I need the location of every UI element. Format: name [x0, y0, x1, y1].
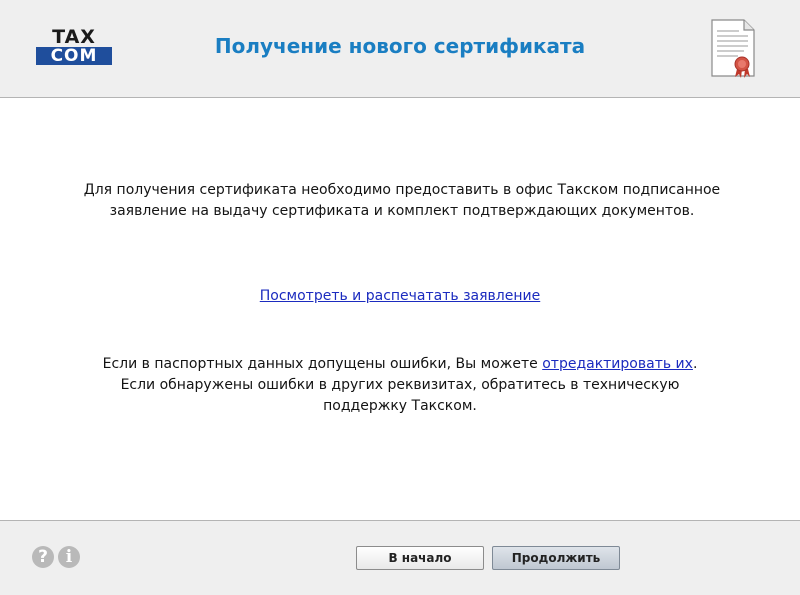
continue-button[interactable]: Продолжить	[492, 546, 620, 570]
header: TAX COM Получение нового сертификата	[0, 0, 800, 98]
errors-paragraph: Если в паспортных данных допущены ошибки…	[0, 354, 800, 417]
errors-line-1-prefix: Если в паспортных данных допущены ошибки…	[102, 356, 543, 372]
instruction-paragraph: Для получения сертификата необходимо пре…	[2, 180, 800, 222]
main-content: Для получения сертификата необходимо пре…	[0, 98, 800, 520]
page-title: Получение нового сертификата	[214, 34, 586, 58]
instruction-line-1: Для получения сертификата необходимо пре…	[83, 182, 721, 198]
edit-passport-link[interactable]: отредактировать их	[542, 356, 693, 372]
view-print-application-link[interactable]: Посмотреть и распечатать заявление	[260, 288, 540, 304]
footer: ? i В начало Продолжить	[0, 520, 800, 595]
errors-line-3: поддержку Такском.	[323, 398, 477, 414]
start-button[interactable]: В начало	[356, 546, 484, 570]
view-print-row: Посмотреть и распечатать заявление	[0, 286, 800, 307]
errors-line-2: Если обнаружены ошибки в других реквизит…	[120, 377, 680, 393]
errors-line-1: Если в паспортных данных допущены ошибки…	[0, 354, 800, 375]
taxcom-logo: TAX COM	[36, 26, 112, 65]
certificate-document-icon	[711, 19, 755, 78]
info-icon[interactable]: i	[58, 546, 80, 568]
logo-bottom-text: COM	[36, 47, 112, 65]
instruction-line-2: заявление на выдачу сертификата и компле…	[109, 203, 695, 219]
help-icon[interactable]: ?	[32, 546, 54, 568]
errors-line-1-suffix: .	[692, 356, 698, 372]
logo-top-text: TAX	[52, 26, 96, 48]
